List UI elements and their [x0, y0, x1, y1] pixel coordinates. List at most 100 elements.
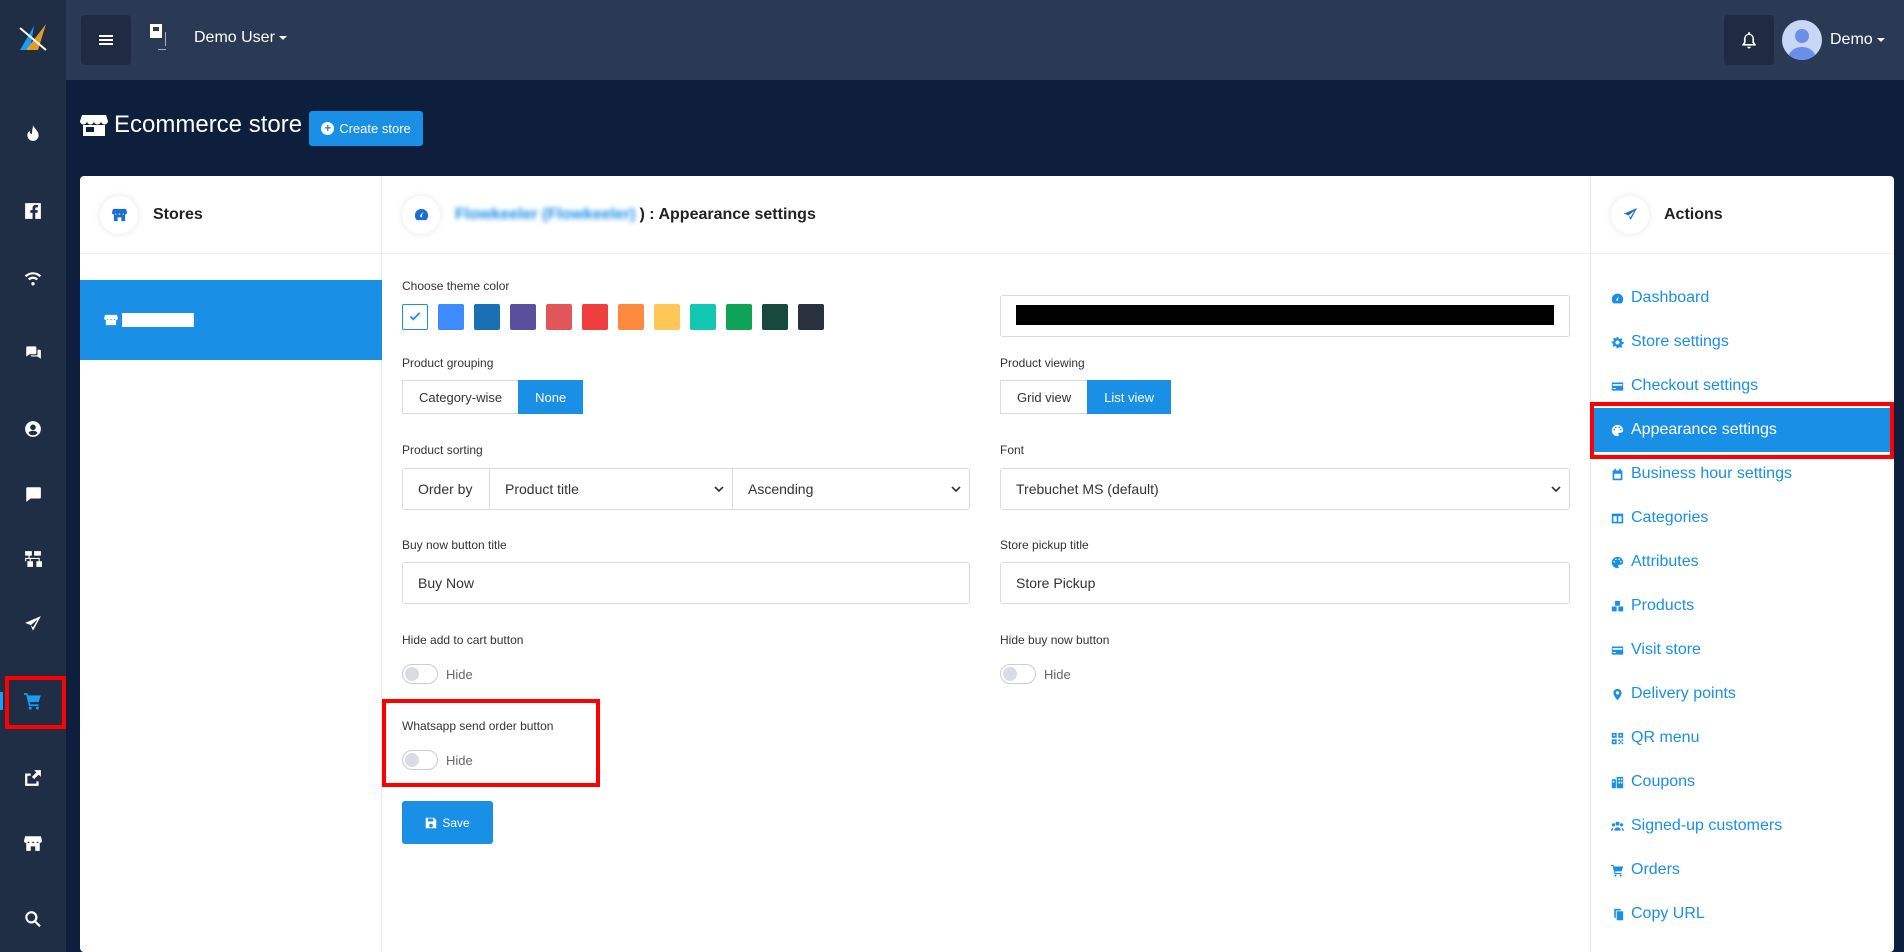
action-item-label: Orders: [1631, 861, 1680, 878]
whatsapp-order-toggle[interactable]: [402, 750, 438, 770]
save-button[interactable]: Save: [402, 801, 493, 844]
theme-color-swatch[interactable]: [618, 304, 644, 330]
cart-icon: [1611, 864, 1624, 877]
action-item-label: Delivery points: [1631, 685, 1736, 702]
rail-cart-icon[interactable]: [0, 681, 66, 721]
rail-message-icon[interactable]: [0, 474, 66, 514]
rail-chat-icon[interactable]: [0, 332, 66, 372]
color-preview-bar: [1016, 305, 1554, 325]
action-item-label: Dashboard: [1631, 289, 1710, 306]
font-select[interactable]: Trebuchet MS (default): [1000, 468, 1570, 510]
sort-direction-value: Ascending: [748, 481, 814, 497]
top-bar: Demo User Demo: [66, 0, 1904, 80]
rail-fire-icon[interactable]: [0, 113, 66, 153]
sort-field-value: Product title: [505, 481, 579, 497]
rail-send-icon[interactable]: [0, 604, 66, 644]
grouping-none-button[interactable]: None: [518, 380, 584, 414]
theme-color-swatch[interactable]: [690, 304, 716, 330]
theme-color-swatch[interactable]: [762, 304, 788, 330]
theme-color-swatch[interactable]: [654, 304, 680, 330]
rail-wifi-icon[interactable]: [0, 257, 66, 297]
theme-color-swatch[interactable]: [510, 304, 536, 330]
action-item-store-settings[interactable]: Store settings: [1591, 320, 1894, 364]
toggle-knob: [405, 753, 419, 767]
theme-color-swatch[interactable]: [402, 304, 428, 330]
dashboard-icon: [1611, 293, 1624, 303]
appearance-settings-panel: Flowkeeler (Flowkeeler) ) : Appearance s…: [382, 176, 1590, 952]
hide-buy-now-label: Hide buy now button: [1000, 633, 1110, 647]
order-by-label: Order by: [403, 469, 490, 509]
notifications-button[interactable]: [1724, 15, 1774, 65]
action-item-products[interactable]: Products: [1591, 584, 1894, 628]
rail-sitemap-icon[interactable]: [0, 539, 66, 579]
action-item-orders[interactable]: Orders: [1591, 848, 1894, 892]
save-label: Save: [442, 815, 470, 830]
caret-down-icon: [1876, 38, 1885, 42]
hamburger-icon: [99, 35, 113, 45]
store-pickup-title-input[interactable]: Store Pickup: [1000, 562, 1570, 604]
user-dropdown[interactable]: Demo User: [194, 29, 287, 47]
theme-color-swatch[interactable]: [726, 304, 752, 330]
action-item-dashboard[interactable]: Dashboard: [1591, 276, 1894, 320]
hide-add-to-cart-toggle[interactable]: [402, 664, 438, 684]
whatsapp-order-toggle-row: Hide: [402, 750, 473, 770]
users-icon: [1611, 821, 1624, 831]
grouping-category-wise-button[interactable]: Category-wise: [402, 380, 520, 414]
list-view-button[interactable]: List view: [1087, 380, 1172, 414]
sort-field-select[interactable]: Product title: [490, 469, 733, 509]
building-icon: [1611, 776, 1624, 788]
check-icon: [409, 312, 421, 321]
store-pickup-title-label: Store pickup title: [1000, 538, 1089, 552]
menu-toggle-button[interactable]: [81, 15, 131, 65]
rail-share-icon[interactable]: [0, 758, 66, 798]
action-item-label: Appearance settings: [1631, 421, 1777, 438]
grid-view-button[interactable]: Grid view: [1000, 380, 1089, 414]
theme-color-input[interactable]: [1000, 295, 1570, 337]
send-icon: [1623, 207, 1637, 221]
action-item-appearance-settings[interactable]: Appearance settings: [1591, 408, 1894, 452]
rail-facebook-icon[interactable]: [0, 191, 66, 231]
store-icon: [104, 314, 118, 326]
calendar-icon: [1612, 468, 1623, 480]
hide-buy-now-toggle[interactable]: [1000, 664, 1036, 684]
app-logo[interactable]: [16, 20, 50, 54]
chevron-down-icon: [1551, 486, 1561, 493]
theme-color-swatch[interactable]: [798, 304, 824, 330]
store-name-link[interactable]: Flowkeeler (Flowkeeler): [455, 206, 636, 224]
actions-panel: Actions Dashboard Store settings Checkout …: [1590, 176, 1894, 952]
theme-color-swatch[interactable]: [546, 304, 572, 330]
buy-now-title-label: Buy now button title: [402, 538, 507, 552]
store-list-item-selected[interactable]: [80, 280, 382, 360]
action-item-business-hour-settings[interactable]: Business hour settings: [1591, 452, 1894, 496]
action-item-copy-url[interactable]: Copy URL: [1591, 892, 1894, 936]
organization-icon: [150, 24, 166, 50]
action-item-categories[interactable]: Categories: [1591, 496, 1894, 540]
product-sorting-label: Product sorting: [402, 443, 483, 457]
theme-color-swatch[interactable]: [438, 304, 464, 330]
action-item-visit-store[interactable]: Visit store: [1591, 628, 1894, 672]
hide-buy-now-toggle-text: Hide: [1044, 666, 1071, 682]
action-item-qr-menu[interactable]: QR menu: [1591, 716, 1894, 760]
action-item-label: QR menu: [1631, 729, 1700, 746]
font-value: Trebuchet MS (default): [1016, 481, 1159, 497]
palette-icon: [1611, 424, 1624, 436]
theme-color-swatch[interactable]: [582, 304, 608, 330]
account-dropdown[interactable]: Demo: [1782, 20, 1885, 60]
action-item-coupons[interactable]: Coupons: [1591, 760, 1894, 804]
action-item-delivery-points[interactable]: Delivery points: [1591, 672, 1894, 716]
rail-search-icon[interactable]: [0, 899, 66, 939]
rail-store-icon[interactable]: [0, 823, 66, 863]
action-item-checkout-settings[interactable]: Checkout settings: [1591, 364, 1894, 408]
page-title: Ecommerce store: [114, 111, 303, 138]
create-store-button[interactable]: + Create store: [309, 111, 423, 146]
sort-direction-select[interactable]: Ascending: [733, 469, 969, 509]
action-item-attributes[interactable]: Attributes: [1591, 540, 1894, 584]
theme-color-label: Choose theme color: [402, 279, 510, 293]
theme-color-swatches: [402, 304, 834, 330]
buy-now-title-input[interactable]: Buy Now: [402, 562, 970, 604]
toggle-knob: [405, 667, 419, 681]
action-item-signed-up-customers[interactable]: Signed-up customers: [1591, 804, 1894, 848]
theme-color-swatch[interactable]: [474, 304, 500, 330]
action-item-label: Attributes: [1631, 553, 1699, 570]
rail-user-icon[interactable]: [0, 409, 66, 449]
